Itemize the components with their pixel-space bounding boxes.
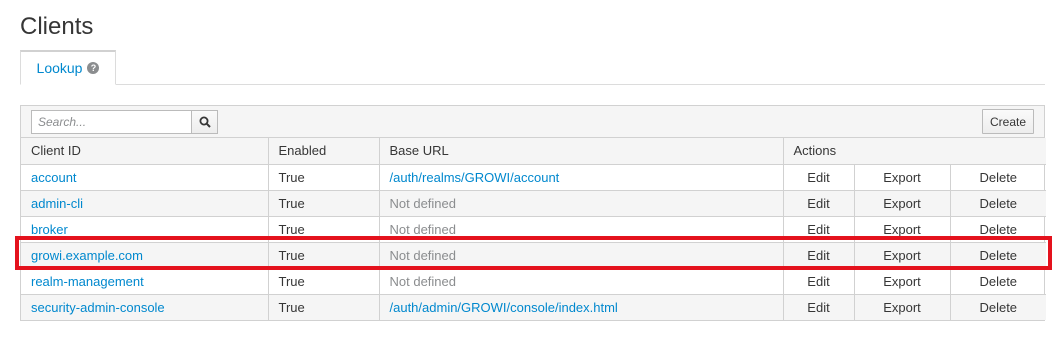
table-row: realm-management True Not defined Edit Expor…	[21, 268, 1046, 295]
export-button[interactable]: Export	[854, 216, 951, 243]
edit-button[interactable]: Edit	[783, 242, 855, 269]
edit-button[interactable]: Edit	[783, 216, 855, 243]
edit-button[interactable]: Edit	[783, 294, 855, 320]
client-id-link[interactable]: realm-management	[21, 268, 269, 295]
client-id-link[interactable]: broker	[21, 216, 269, 243]
base-url-link[interactable]: /auth/realms/GROWI/account	[379, 164, 784, 191]
client-id-link[interactable]: security-admin-console	[21, 294, 269, 320]
base-url-link[interactable]: /auth/admin/GROWI/console/index.html	[379, 294, 784, 320]
column-header-base-url[interactable]: Base URL	[379, 138, 784, 165]
client-id-link[interactable]: admin-cli	[21, 190, 269, 217]
column-header-client-id[interactable]: Client ID	[21, 138, 269, 165]
search-icon	[199, 116, 211, 128]
client-id-link[interactable]: account	[21, 164, 269, 191]
table-row: admin-cli True Not defined Edit Export Delete	[21, 190, 1046, 217]
edit-button[interactable]: Edit	[783, 268, 855, 295]
question-circle-icon[interactable]: ?	[87, 62, 100, 74]
enabled-cell: True	[268, 164, 380, 191]
search-input[interactable]	[31, 110, 192, 134]
enabled-cell: True	[268, 268, 380, 295]
column-header-actions: Actions	[783, 138, 1046, 165]
enabled-cell: True	[268, 294, 380, 320]
export-button[interactable]: Export	[854, 190, 951, 217]
delete-button[interactable]: Delete	[950, 294, 1046, 320]
table-row: account True/auth/realms/GROWI/account Edi…	[21, 164, 1046, 191]
clients-table-panel: Create Client ID Enabled Base URL Action…	[20, 105, 1046, 321]
delete-button[interactable]: Delete	[950, 242, 1046, 269]
clients-table: Client ID Enabled Base URL Actions accou…	[21, 138, 1046, 320]
export-button[interactable]: Export	[854, 294, 951, 320]
delete-button[interactable]: Delete	[950, 164, 1046, 191]
export-button[interactable]: Export	[854, 242, 951, 269]
client-id-link[interactable]: growi.example.com	[21, 242, 269, 269]
tab-lookup-label: Lookup	[36, 60, 83, 76]
base-url-cell: Not defined	[379, 216, 784, 243]
create-button[interactable]: Create	[982, 109, 1034, 134]
export-button[interactable]: Export	[854, 164, 951, 191]
table-row: broker True Not defined Edit Export Delete	[21, 216, 1046, 243]
search-button[interactable]	[191, 110, 218, 134]
delete-button[interactable]: Delete	[950, 268, 1046, 295]
base-url-cell: Not defined	[379, 242, 784, 269]
table-row: growi.example.com True Not defined Edit Expo…	[21, 242, 1046, 269]
tab-lookup[interactable]: Lookup ?	[20, 50, 116, 85]
delete-button[interactable]: Delete	[950, 216, 1046, 243]
base-url-cell: Not defined	[379, 190, 784, 217]
table-row: security-admin-console True/auth/admin/GR…	[21, 294, 1046, 320]
enabled-cell: True	[268, 216, 380, 243]
table-toolbar: Create	[21, 106, 1044, 138]
edit-button[interactable]: Edit	[783, 190, 855, 217]
base-url-cell: Not defined	[379, 268, 784, 295]
table-header-row: Client ID Enabled Base URL Actions	[21, 138, 1046, 165]
edit-button[interactable]: Edit	[783, 164, 855, 191]
export-button[interactable]: Export	[854, 268, 951, 295]
column-header-enabled[interactable]: Enabled	[268, 138, 380, 165]
enabled-cell: True	[268, 190, 380, 217]
page-title: Clients	[20, 13, 94, 40]
delete-button[interactable]: Delete	[950, 190, 1046, 217]
tab-bar: Lookup ?	[20, 50, 1045, 85]
enabled-cell: True	[268, 242, 380, 269]
